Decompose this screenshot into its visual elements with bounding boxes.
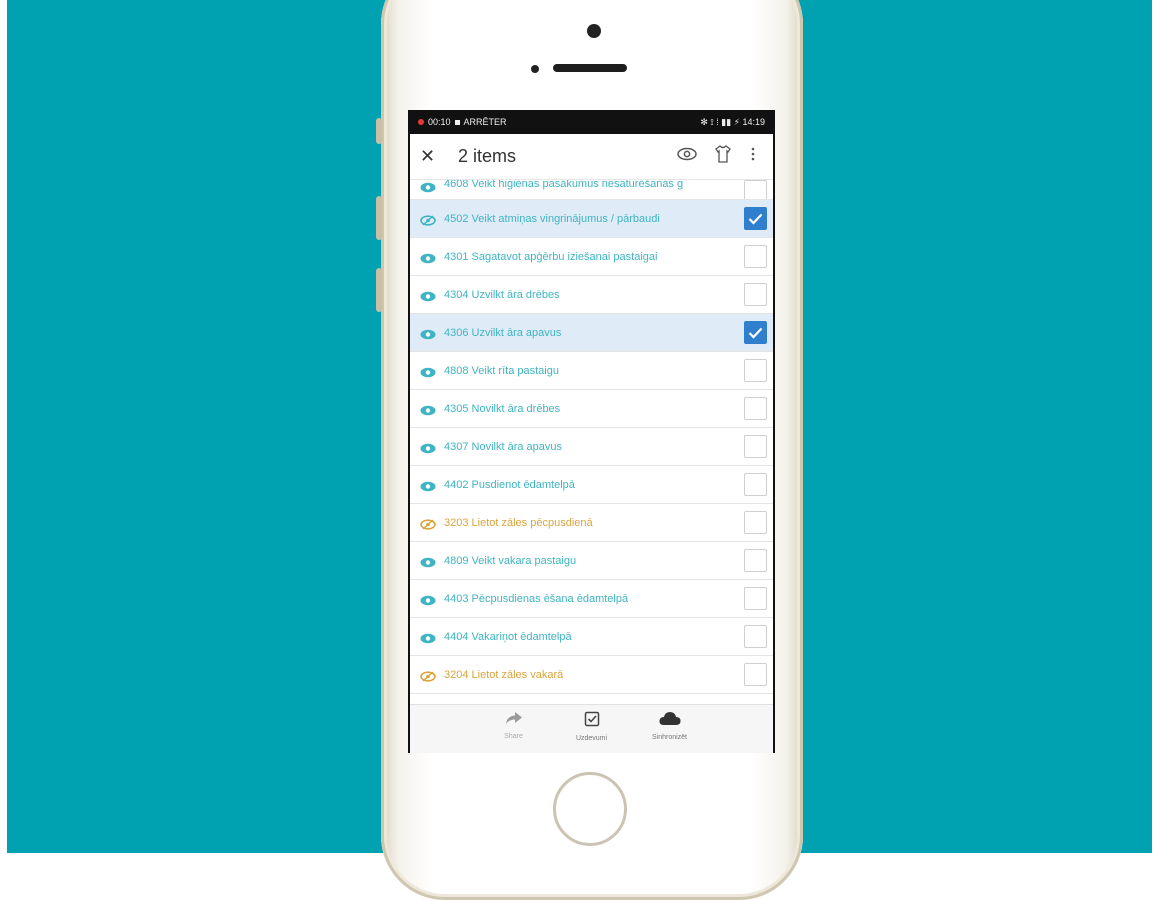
home-button[interactable] [553,772,627,846]
list-item-checkbox[interactable] [744,207,767,230]
list-item-checkbox[interactable] [744,549,767,572]
eye-icon [420,403,438,415]
list-item-checkbox[interactable] [744,435,767,458]
eye-icon [420,441,438,453]
record-dot-icon [418,119,424,125]
eye-icon[interactable] [669,147,705,166]
list-item-checkbox[interactable] [744,397,767,420]
close-icon[interactable]: ✕ [420,146,452,167]
list-item[interactable]: 3203 Lietot zāles pēcpusdienā [410,504,773,542]
list-item[interactable]: 3204 Lietot zāles vakarā [410,656,773,694]
tab-sinhronizt[interactable]: Sinhronizēt [640,705,700,753]
stop-label[interactable]: ARRÊTER [464,117,507,127]
app-bar: ✕ 2 items [410,134,773,180]
list-item[interactable]: 4305 Novilkt āra drēbes [410,390,773,428]
list-item-label: 4402 Pusdienot ēdamtelpā [444,478,575,491]
tab-share[interactable]: Share [484,705,544,753]
stop-icon [454,119,460,125]
list-item[interactable]: 4307 Novilkt āra apavus [410,428,773,466]
front-camera [587,24,601,38]
list-item[interactable]: 4402 Pusdienot ēdamtelpā [410,466,773,504]
eye-icon [420,631,438,643]
eye-icon [420,479,438,491]
check-icon [748,327,763,339]
list-item[interactable]: 4808 Veikt rīta pastaigu [410,352,773,390]
shirt-icon[interactable] [705,145,741,168]
list-item-label: 4808 Veikt rīta pastaigu [444,364,559,377]
status-bar: 00:10 ARRÊTER ✻ ⟟ ⁞ ▮▮ ⚡ 14:19 [410,110,773,134]
list-item[interactable]: 4608 Veikt higiēnas pasākumus nesaturēša… [410,180,773,200]
list-item-checkbox[interactable] [744,663,767,686]
list-item-label: 4502 Veikt atmiņas vingrinājumus / pārba… [444,212,660,225]
list-item-label: 4403 Pēcpusdienas ēšana ēdamtelpā [444,592,629,605]
eye-icon [420,180,438,193]
checkbox-icon [584,711,600,732]
volume-down-button [376,268,382,312]
proximity-sensor [531,65,539,73]
tab-label: Uzdevumi [575,735,608,742]
recording-time: 00:10 [428,117,451,127]
list-item-label: 4301 Sagatavot apģērbu iziešanai pastaig… [444,250,658,263]
list-item[interactable]: 4404 Vakariņot ēdamtelpā [410,618,773,656]
tab-uzdevumi[interactable]: Uzdevumi [562,705,622,753]
task-list: 4608 Veikt higiēnas pasākumus nesaturēša… [410,180,773,694]
list-item[interactable]: 4304 Uzvilkt āra drēbes [410,276,773,314]
status-right: ✻ ⟟ ⁞ ▮▮ ⚡ 14:19 [700,116,765,127]
list-item-label: 3204 Lietot zāles vakarā [444,668,564,681]
list-item-checkbox[interactable] [744,511,767,534]
list-item[interactable]: 4403 Pēcpusdienas ēšana ēdamtelpā [410,580,773,618]
volume-up-button [376,196,382,240]
list-item-label: 4306 Uzvilkt āra apavus [444,326,562,339]
list-item-label: 4809 Veikt vakara pastaigu [444,554,577,567]
list-item-checkbox[interactable] [744,473,767,496]
phone-screen: 00:10 ARRÊTER ✻ ⟟ ⁞ ▮▮ ⚡ 14:19 ✕ 2 items… [408,110,775,753]
list-item-checkbox[interactable] [744,321,767,344]
list-item-checkbox[interactable] [744,359,767,382]
page-title: 2 items [458,146,517,166]
list-item-checkbox[interactable] [744,283,767,306]
eye-icon [420,327,438,339]
eye-icon [420,365,438,377]
eye-slash-icon [420,669,438,682]
cloud-icon [658,711,681,731]
list-item[interactable]: 4502 Veikt atmiņas vingrinājumus / pārba… [410,200,773,238]
share-icon [505,711,523,730]
list-item-checkbox[interactable] [744,245,767,268]
list-item-label: 4305 Novilkt āra drēbes [444,402,561,415]
tab-label: Sinhronizēt [651,734,688,741]
eye-icon [420,289,438,301]
list-item[interactable]: 4809 Veikt vakara pastaigu [410,542,773,580]
list-item-label: 3203 Lietot zāles pēcpusdienā [444,516,593,529]
eye-icon [420,555,438,567]
list-item[interactable]: 4306 Uzvilkt āra apavus [410,314,773,352]
eye-slash-icon [420,517,438,530]
list-item-label: 4608 Veikt higiēnas pasākumus nesaturēša… [444,180,684,190]
check-icon [748,213,763,225]
list-item-checkbox[interactable] [744,587,767,610]
list-item-checkbox[interactable] [744,625,767,648]
earpiece-speaker [553,64,627,72]
tab-label: Share [504,733,523,740]
eye-slash-icon [420,213,438,226]
more-vert-icon[interactable] [741,147,765,166]
eye-icon [420,593,438,605]
bottom-navigation: Share Uzdevumi Sinhronizēt [410,704,773,753]
silent-switch [376,118,382,144]
list-item-label: 4304 Uzvilkt āra drēbes [444,288,560,301]
eye-icon [420,251,438,263]
list-item-label: 4307 Novilkt āra apavus [444,440,563,453]
list-item-label: 4404 Vakariņot ēdamtelpā [444,630,572,643]
list-item-checkbox[interactable] [744,180,767,199]
list-item[interactable]: 4301 Sagatavot apģērbu iziešanai pastaig… [410,238,773,276]
